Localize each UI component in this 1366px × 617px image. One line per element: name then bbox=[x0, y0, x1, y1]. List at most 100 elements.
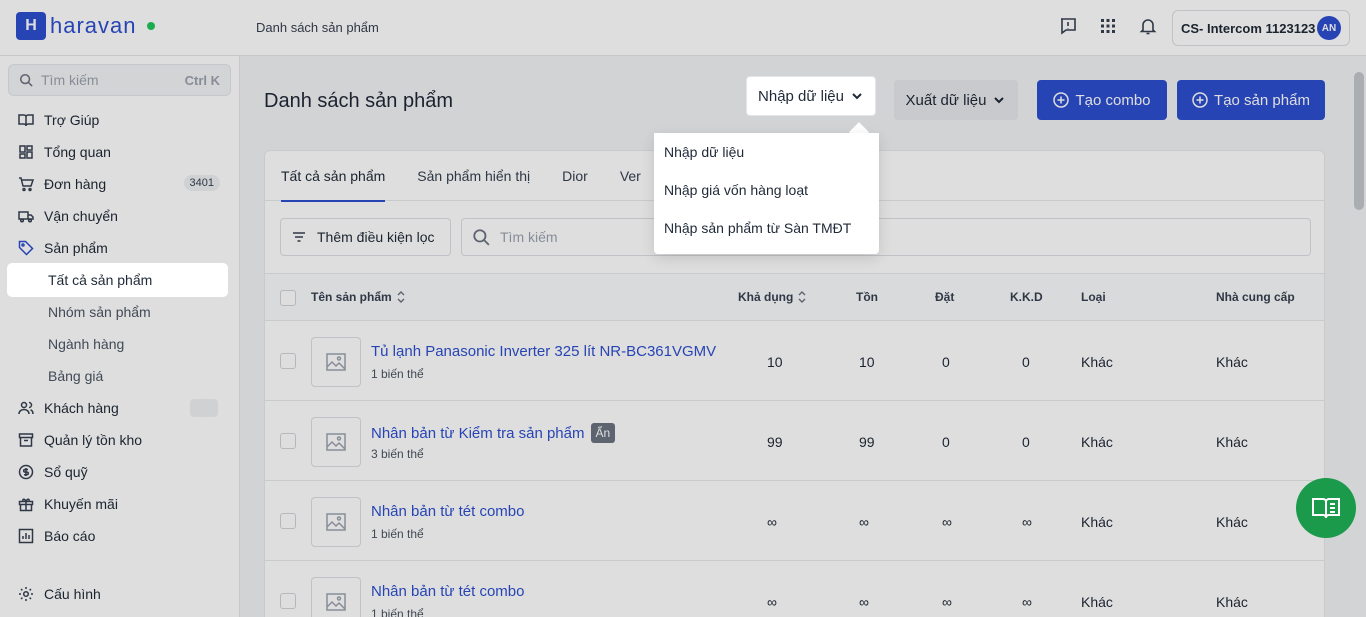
sidebar-item-label: Khuyến mãi bbox=[44, 496, 118, 512]
bell-icon[interactable] bbox=[1138, 16, 1158, 36]
sidebar-search[interactable]: Tìm kiếm Ctrl K bbox=[8, 64, 231, 96]
sidebar-item-label: Sản phẩm bbox=[44, 240, 108, 256]
col-product-name[interactable]: Tên sản phẩm bbox=[311, 290, 406, 304]
create-label: Tạo sản phẩm bbox=[1214, 91, 1310, 109]
sidebar-sub-categories[interactable]: Ngành hàng bbox=[0, 328, 240, 360]
col-label: Khả dụng bbox=[738, 290, 794, 304]
logo-mark: H bbox=[16, 12, 46, 40]
col-stock: Tồn bbox=[856, 290, 878, 304]
cell-vendor: Khác bbox=[1216, 594, 1248, 610]
create-product-button[interactable]: Tạo sản phẩm bbox=[1177, 80, 1325, 120]
chevron-down-icon bbox=[994, 97, 1005, 104]
cell-available: ∞ bbox=[767, 514, 777, 530]
sidebar-item-cashbook[interactable]: Sổ quỹ bbox=[0, 456, 240, 488]
col-type: Loại bbox=[1081, 290, 1106, 304]
tab-all-products[interactable]: Tất cả sản phẩm bbox=[281, 151, 386, 202]
product-name: Nhân bản từ tét combo bbox=[371, 583, 525, 600]
menu-item-import-marketplace[interactable]: Nhập sản phẩm từ Sàn TMĐT bbox=[654, 209, 879, 247]
filter-label: Thêm điều kiện lọc bbox=[317, 229, 435, 245]
add-filter-button[interactable]: Thêm điều kiện lọc bbox=[280, 218, 451, 256]
import-data-button[interactable]: Nhập dữ liệu bbox=[746, 76, 876, 116]
cell-ordered: ∞ bbox=[942, 514, 952, 530]
sidebar-item-reports[interactable]: Báo cáo bbox=[0, 520, 240, 552]
row-checkbox[interactable] bbox=[280, 593, 296, 609]
table-row[interactable]: Tủ lạnh Panasonic Inverter 325 lít NR-BC… bbox=[265, 321, 1324, 401]
top-bar: H haravan Danh sách sản phẩm CS- Interco… bbox=[0, 0, 1366, 56]
sidebar-item-customers[interactable]: Khách hàng bbox=[0, 392, 240, 424]
sidebar-item-shipping[interactable]: Vận chuyển bbox=[0, 200, 240, 232]
sidebar-item-orders[interactable]: Đơn hàng 3401 bbox=[0, 168, 240, 200]
sidebar-item-label: Đơn hàng bbox=[44, 176, 107, 192]
cell-stock: 99 bbox=[859, 434, 875, 450]
cell-kkd: ∞ bbox=[1022, 514, 1032, 530]
apps-grid-icon[interactable] bbox=[1098, 16, 1118, 36]
sidebar-item-label: Khách hàng bbox=[44, 400, 119, 416]
dollar-icon bbox=[18, 464, 34, 480]
filter-icon bbox=[293, 232, 305, 242]
sidebar-item-overview[interactable]: Tổng quan bbox=[0, 136, 240, 168]
sidebar-item-inventory[interactable]: Quản lý tồn kho bbox=[0, 424, 240, 456]
help-guide-button[interactable] bbox=[1296, 478, 1356, 538]
table-row[interactable]: Nhân bản từ Kiểm tra sản phẩm Ẩn 3 biến t… bbox=[265, 401, 1324, 481]
row-checkbox[interactable] bbox=[280, 513, 296, 529]
book-icon bbox=[18, 114, 34, 127]
product-name-link[interactable]: Tủ lạnh Panasonic Inverter 325 lít NR-BC… bbox=[371, 343, 716, 360]
product-name-link[interactable]: Nhân bản từ tét combo bbox=[371, 503, 524, 520]
menu-item-import-cost-price[interactable]: Nhập giá vốn hàng loạt bbox=[654, 171, 879, 209]
search-placeholder: Tìm kiếm bbox=[41, 72, 99, 88]
product-variants: 1 biến thể bbox=[371, 607, 424, 617]
cell-ordered: 0 bbox=[942, 434, 950, 450]
tab-dior[interactable]: Dior bbox=[562, 151, 588, 201]
sidebar-item-help[interactable]: Trợ Giúp bbox=[0, 104, 240, 136]
customer-link-icon[interactable] bbox=[190, 399, 218, 417]
cell-kkd: 0 bbox=[1022, 354, 1030, 370]
gift-icon bbox=[18, 498, 34, 512]
product-name: Tủ lạnh Panasonic Inverter 325 lít NR-BC… bbox=[371, 343, 717, 360]
breadcrumb: Danh sách sản phẩm bbox=[256, 20, 379, 35]
table-row[interactable]: Nhân bản từ tét combo 1 biến thể ∞ ∞ ∞ ∞… bbox=[265, 561, 1324, 617]
image-placeholder-icon bbox=[326, 353, 346, 371]
open-book-icon bbox=[1312, 498, 1340, 519]
cell-kkd: 0 bbox=[1022, 434, 1030, 450]
product-name: Nhân bản từ tét combo bbox=[371, 503, 525, 520]
row-checkbox[interactable] bbox=[280, 353, 296, 369]
cell-available: 99 bbox=[767, 434, 783, 450]
cell-available: ∞ bbox=[767, 594, 777, 610]
row-checkbox[interactable] bbox=[280, 433, 296, 449]
product-name-link[interactable]: Nhân bản từ tét combo bbox=[371, 583, 524, 600]
select-all-checkbox[interactable] bbox=[280, 290, 296, 306]
create-combo-button[interactable]: Tạo combo bbox=[1037, 80, 1167, 120]
search-placeholder: Tìm kiếm bbox=[500, 229, 558, 245]
search-shortcut: Ctrl K bbox=[184, 72, 220, 88]
tab-visible-products[interactable]: Sản phẩm hiển thị bbox=[417, 151, 530, 201]
account-switcher[interactable]: CS- Intercom 1123123 AN bbox=[1172, 10, 1350, 46]
tab-ver[interactable]: Ver bbox=[620, 151, 641, 201]
export-label: Xuất dữ liệu bbox=[905, 91, 987, 109]
sidebar-item-products[interactable]: Sản phẩm bbox=[0, 232, 240, 264]
sidebar-item-promotions[interactable]: Khuyến mãi bbox=[0, 488, 240, 520]
online-status-dot bbox=[146, 22, 155, 30]
table-row[interactable]: Nhân bản từ tét combo 1 biến thể ∞ ∞ ∞ ∞… bbox=[265, 481, 1324, 561]
product-variants: 1 biến thể bbox=[371, 527, 424, 541]
cell-available: 10 bbox=[767, 354, 783, 370]
col-label: Tên sản phẩm bbox=[311, 290, 392, 304]
menu-item-import-data[interactable]: Nhập dữ liệu bbox=[654, 133, 879, 171]
sidebar-sub-product-groups[interactable]: Nhóm sản phẩm bbox=[0, 296, 240, 328]
sidebar-item-label: Vận chuyển bbox=[44, 208, 118, 224]
cell-ordered: 0 bbox=[942, 354, 950, 370]
col-available[interactable]: Khả dụng bbox=[738, 290, 807, 304]
logo-text: haravan bbox=[50, 13, 137, 38]
product-name-link[interactable]: Nhân bản từ Kiểm tra sản phẩm Ẩn bbox=[371, 423, 616, 443]
cell-type: Khác bbox=[1081, 434, 1113, 450]
sidebar-sub-all-products[interactable]: Tất cả sản phẩm bbox=[8, 264, 227, 296]
haravan-logo[interactable]: H haravan bbox=[16, 12, 155, 40]
product-search-input[interactable]: Tìm kiếm bbox=[461, 218, 1311, 256]
sidebar-item-label: Trợ Giúp bbox=[44, 112, 100, 128]
sidebar-sub-price-list[interactable]: Bảng giá bbox=[0, 360, 240, 392]
sidebar-item-settings[interactable]: Cấu hình bbox=[0, 578, 240, 610]
export-data-button[interactable]: Xuất dữ liệu bbox=[894, 80, 1018, 120]
product-variants: 1 biến thể bbox=[371, 367, 424, 381]
plus-circle-icon bbox=[1053, 92, 1070, 108]
page-scrollbar[interactable] bbox=[1354, 72, 1364, 210]
feedback-icon[interactable] bbox=[1058, 16, 1078, 36]
